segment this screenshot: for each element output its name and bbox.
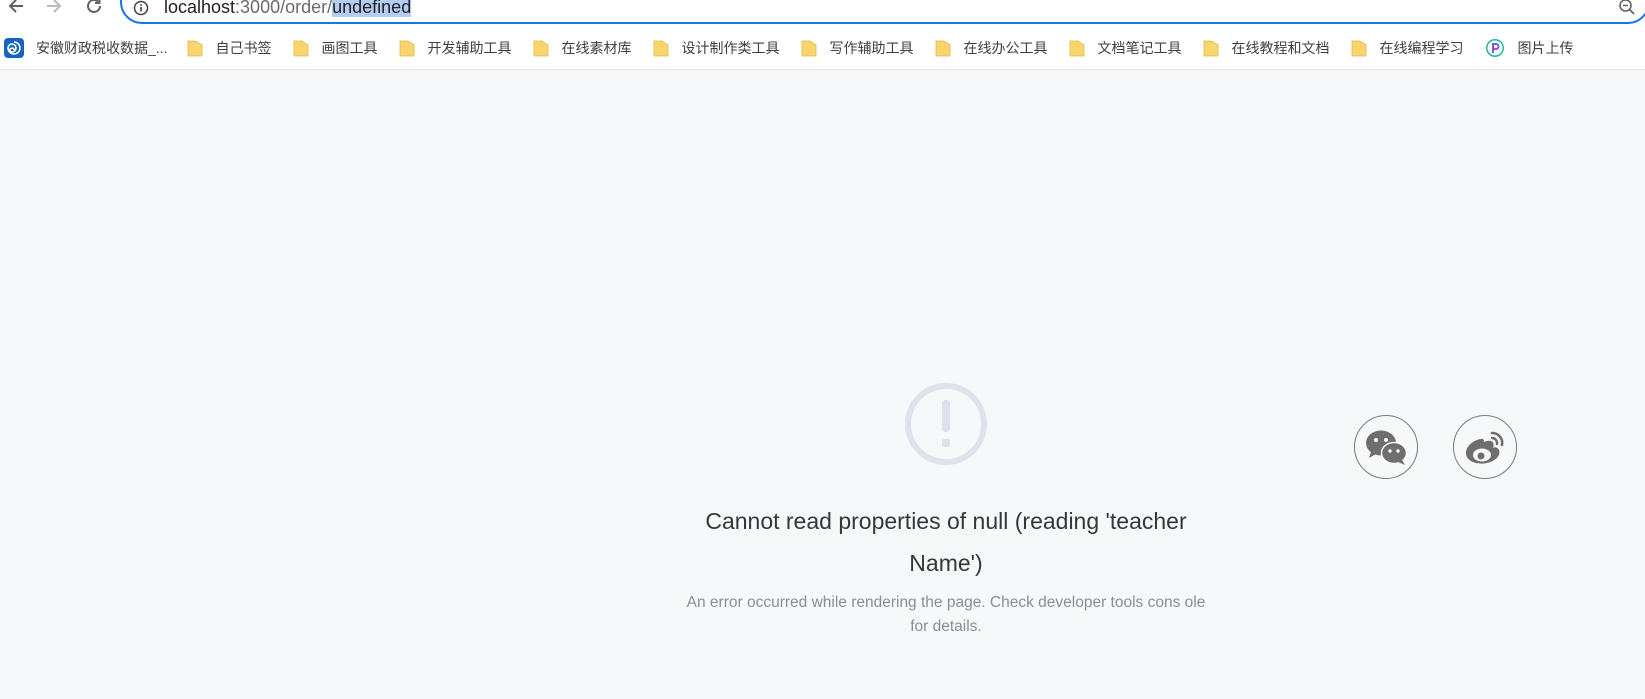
bookmark-label: 在线办公工具 (963, 40, 1048, 56)
error-title: Cannot read properties of null (reading … (705, 508, 1187, 576)
folder-icon (188, 40, 203, 57)
bookmarks-bar: 安徽财政税收数据_... 自己书签 画图工具 开发辅助工具 在线素材库 设计制作类工具 写作… (0, 36, 1645, 60)
bookmark-item[interactable]: 设计制作类工具 (653, 36, 779, 60)
folder-icon (936, 40, 951, 57)
folder-icon (802, 40, 817, 57)
zoom-icon[interactable] (1618, 0, 1636, 16)
wechat-icon (1366, 430, 1408, 465)
url-text[interactable]: localhost:3000/order/undefined (164, 0, 412, 18)
bookmark-item[interactable]: 在线教程和文档 (1203, 36, 1329, 60)
bookmark-label: 设计制作类工具 (681, 40, 780, 56)
bookmark-item[interactable]: 在线办公工具 (935, 36, 1047, 60)
bookmark-item[interactable]: 在线编程学习 (1351, 36, 1463, 60)
bookmark-label: 在线教程和文档 (1231, 40, 1330, 56)
bookmark-item[interactable]: 在线素材库 (533, 36, 631, 60)
bookmark-item[interactable]: 画图工具 (293, 36, 377, 60)
bookmark-item[interactable]: 安徽财政税收数据_... (4, 36, 167, 60)
bookmark-label: 文档笔记工具 (1097, 40, 1182, 56)
arrow-left-icon (8, 0, 23, 13)
url-selected-segment: undefined (332, 0, 412, 17)
bookmark-label: 在线素材库 (561, 40, 632, 56)
bookmark-label: 写作辅助工具 (829, 40, 914, 56)
back-button[interactable] (2, 0, 30, 20)
forward-button[interactable] (40, 0, 68, 20)
folder-icon (1352, 40, 1367, 57)
arrow-right-icon (47, 0, 62, 13)
weibo-share-button[interactable] (1453, 415, 1517, 479)
folder-icon (534, 40, 549, 57)
folder-icon (1204, 40, 1219, 57)
bookmark-label: 安徽财政税收数据_... (36, 40, 168, 56)
reload-icon (87, 0, 101, 13)
bookmark-label: 画图工具 (321, 40, 378, 56)
bookmark-label: 在线编程学习 (1379, 40, 1464, 56)
folder-icon (400, 40, 415, 57)
bookmark-item[interactable]: 自己书签 (187, 36, 271, 60)
bookmark-label: 开发辅助工具 (427, 40, 512, 56)
exclamation-circle-icon (905, 383, 987, 465)
browser-chrome: localhost:3000/order/undefined 安徽财政税收数据_… (0, 0, 1645, 70)
wechat-share-button[interactable] (1354, 415, 1418, 479)
folder-icon (294, 40, 309, 57)
bookmark-item[interactable]: 文档笔记工具 (1069, 36, 1181, 60)
url-host: localhost (164, 0, 236, 17)
bookmark-item[interactable]: 写作辅助工具 (801, 36, 913, 60)
url-path: :3000/order/ (235, 0, 333, 17)
p-site-icon (1486, 39, 1505, 57)
weibo-icon (1465, 431, 1504, 464)
error-description: An error occurred while rendering the pa… (686, 594, 1206, 635)
swirl-site-icon (4, 38, 24, 58)
bookmark-item[interactable]: 开发辅助工具 (399, 36, 511, 60)
bookmark-item[interactable]: 图片上传 (1485, 36, 1573, 60)
folder-icon (1070, 40, 1085, 57)
reload-button[interactable] (80, 0, 108, 20)
info-icon[interactable] (133, 0, 149, 16)
folder-icon (654, 40, 669, 57)
bookmark-label: 自己书签 (215, 40, 272, 56)
bookmark-label: 图片上传 (1517, 40, 1574, 56)
